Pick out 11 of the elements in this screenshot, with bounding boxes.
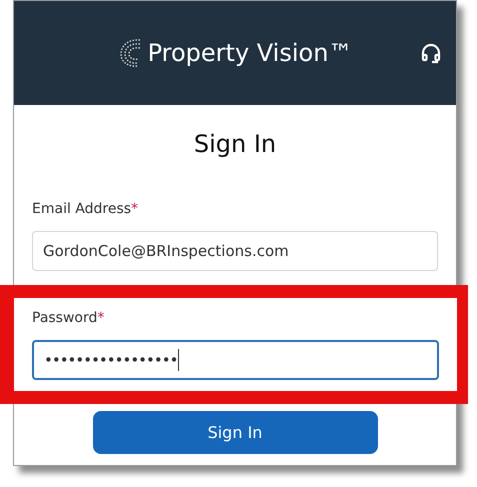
sign-in-button[interactable]: Sign In <box>92 411 378 454</box>
field-label: Email Address <box>32 201 132 217</box>
email-field[interactable]: GordonCole@BRInspections.com <box>32 231 438 271</box>
field-label: Password <box>32 310 98 326</box>
brand-name: Property Vision™ <box>148 39 352 67</box>
logo-icon <box>118 37 142 69</box>
required-mark: * <box>131 201 138 217</box>
password-field[interactable]: ••••••••••••••••• <box>32 340 439 380</box>
headset-icon[interactable] <box>420 43 442 65</box>
required-mark: * <box>97 310 104 326</box>
page-title: Sign In <box>192 129 278 159</box>
